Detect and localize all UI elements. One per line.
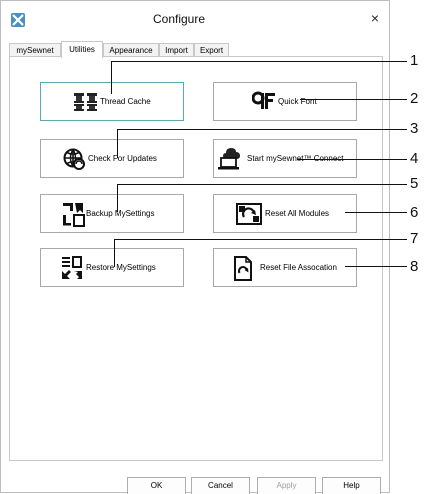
callout-leader xyxy=(297,159,407,160)
backup-mysettings-label: Backup MySettings xyxy=(86,209,155,218)
check-for-updates-label: Check For Updates xyxy=(88,154,157,163)
ok-button[interactable]: OK xyxy=(127,477,186,494)
callout-number-2: 2 xyxy=(410,90,419,107)
reset-file-association-label: Reset File Assocation xyxy=(260,263,337,272)
thread-cache-label: Thread Cache xyxy=(100,97,151,106)
reset-all-modules-button[interactable]: Reset All Modules xyxy=(213,194,357,233)
tab-utilities[interactable]: Utilities xyxy=(61,41,103,58)
thread-cache-button[interactable]: Thread Cache xyxy=(40,82,184,121)
callout-leader xyxy=(117,129,407,130)
reset-all-modules-label: Reset All Modules xyxy=(265,209,330,218)
callout-leader xyxy=(114,239,407,240)
callout-number-1: 1 xyxy=(410,52,419,69)
quick-font-button[interactable]: Quick Font xyxy=(213,82,357,121)
close-button[interactable]: × xyxy=(367,10,383,26)
restore-mysettings-button[interactable]: Restore MySettings xyxy=(40,248,184,287)
cancel-button[interactable]: Cancel xyxy=(191,477,250,494)
callout-number-3: 3 xyxy=(410,120,419,137)
callout-leader xyxy=(111,61,407,62)
restore-arrows-icon xyxy=(62,256,82,279)
tab-export[interactable]: Export xyxy=(194,43,229,57)
callout-number-7: 7 xyxy=(410,230,419,247)
callout-leader xyxy=(117,184,407,185)
globe-refresh-icon xyxy=(63,148,85,170)
help-button[interactable]: Help xyxy=(322,477,381,494)
restore-mysettings-label: Restore MySettings xyxy=(86,263,156,272)
callout-leader xyxy=(117,184,118,212)
callout-leader xyxy=(114,239,115,267)
cloud-laptop-icon xyxy=(218,148,240,170)
tab-appearance[interactable]: Appearance xyxy=(103,43,159,57)
callout-leader xyxy=(345,266,407,267)
callout-number-6: 6 xyxy=(410,204,419,221)
callout-number-4: 4 xyxy=(410,150,419,167)
callout-leader xyxy=(345,212,407,213)
configure-dialog: Configure × mySewnet Utilities Appearanc… xyxy=(0,0,390,494)
tab-import[interactable]: Import xyxy=(159,43,194,57)
callout-number-5: 5 xyxy=(410,175,419,192)
check-for-updates-button[interactable]: Check For Updates xyxy=(40,139,184,178)
qf-font-icon xyxy=(252,91,275,109)
callout-leader xyxy=(300,99,407,100)
thread-spools-icon xyxy=(74,93,97,111)
callout-leader xyxy=(111,61,112,94)
file-refresh-icon xyxy=(234,256,252,281)
reset-modules-icon xyxy=(236,203,262,225)
apply-button[interactable]: Apply xyxy=(257,477,316,494)
window-title: Configure xyxy=(152,12,206,26)
quick-font-label: Quick Font xyxy=(278,97,317,106)
backup-arrows-icon xyxy=(63,203,85,227)
utilities-panel: Thread Cache Quick Font Check For Update… xyxy=(9,56,383,461)
callout-leader xyxy=(117,129,118,158)
callout-number-8: 8 xyxy=(410,258,419,275)
title-bar: Configure × xyxy=(1,1,389,33)
tab-mysewnet[interactable]: mySewnet xyxy=(9,43,61,57)
backup-mysettings-button[interactable]: Backup MySettings xyxy=(40,194,184,233)
reset-file-association-button[interactable]: Reset File Assocation xyxy=(213,248,357,287)
